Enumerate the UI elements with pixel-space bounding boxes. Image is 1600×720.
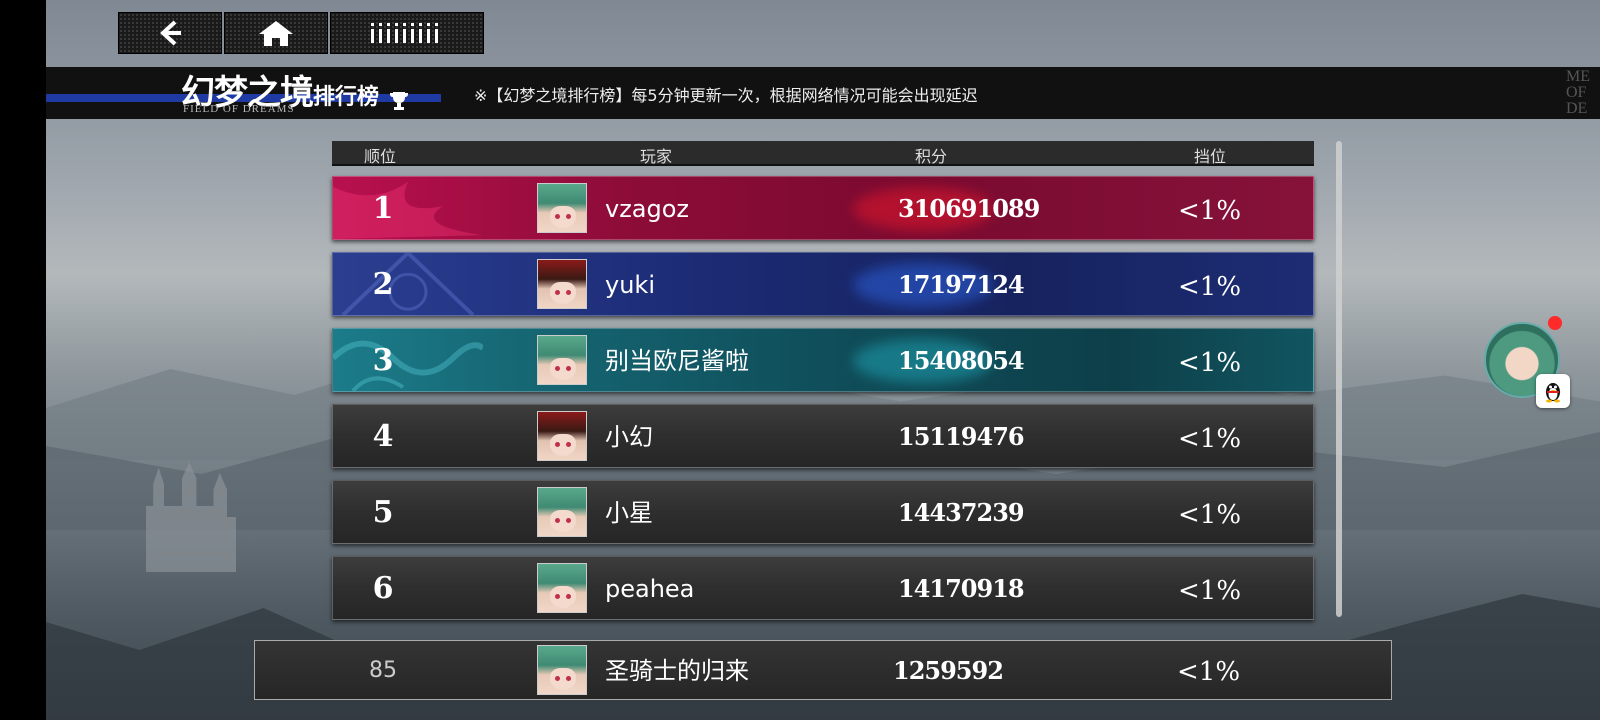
- self-rank-row[interactable]: 85 圣骑士的归来 1259592 <1%: [254, 640, 1392, 700]
- rank-number: 4: [372, 419, 394, 454]
- header-bar: 幻梦之境排行榜 FIELD OF DREAMS ※【幻梦之境排行榜】每5分钟更新…: [46, 67, 1600, 119]
- player-tier: <1%: [1178, 196, 1242, 226]
- corner-text-line: ME: [1566, 69, 1590, 85]
- column-header-player: 玩家: [640, 147, 673, 166]
- column-header-score: 积分: [915, 147, 948, 166]
- table-row[interactable]: 1 vzagoz 310691089 <1%: [332, 176, 1314, 240]
- table-header: 顺位 玩家 积分 挡位: [332, 141, 1314, 166]
- player-name: 小幻: [605, 423, 653, 451]
- player-score: 17197124: [898, 270, 1025, 299]
- penguin-icon: [1546, 383, 1560, 403]
- player-score: 14170918: [898, 574, 1025, 603]
- player-avatar[interactable]: [537, 183, 587, 233]
- table-row[interactable]: 6 peahea 14170918 <1%: [332, 556, 1314, 620]
- corner-text-line: DE: [1566, 100, 1588, 117]
- back-arrow-icon: [160, 20, 181, 46]
- corner-logo-text: ME OF DE: [1566, 69, 1600, 117]
- column-header-tier: 挡位: [1194, 147, 1227, 166]
- player-avatar[interactable]: [537, 259, 587, 309]
- rank-number: 2: [372, 267, 394, 302]
- table-row[interactable]: 3 别当欧尼酱啦 15408054 <1%: [332, 328, 1314, 392]
- update-notice: ※【幻梦之境排行榜】每5分钟更新一次，根据网络情况可能会出现延迟: [474, 86, 978, 105]
- player-score: 1259592: [893, 656, 1004, 685]
- trophy-icon: [390, 91, 409, 110]
- player-tier: <1%: [1178, 576, 1242, 606]
- player-avatar[interactable]: [537, 411, 587, 461]
- player-name: yuki: [605, 271, 655, 299]
- player-score: 15408054: [898, 346, 1025, 375]
- rank-number: 6: [372, 571, 394, 606]
- player-name: vzagoz: [605, 195, 690, 223]
- title-english: FIELD OF DREAMS: [183, 103, 295, 115]
- table-row[interactable]: 4 小幻 15119476 <1%: [332, 404, 1314, 468]
- player-name: peahea: [605, 575, 695, 603]
- notification-dot: [1548, 316, 1562, 330]
- column-header-rank: 顺位: [364, 147, 397, 166]
- table-row[interactable]: 2 yuki 17197124 <1%: [332, 252, 1314, 316]
- player-tier: <1%: [1178, 424, 1242, 454]
- menu-dots-icon: [371, 23, 438, 43]
- scrollbar[interactable]: [1336, 141, 1342, 617]
- player-score: 310691089: [898, 194, 1040, 223]
- player-name: 圣骑士的归来: [605, 657, 749, 685]
- qq-button[interactable]: [1536, 374, 1570, 408]
- player-avatar[interactable]: [537, 563, 587, 613]
- player-tier: <1%: [1177, 657, 1241, 687]
- player-score: 14437239: [898, 498, 1025, 527]
- player-avatar[interactable]: [537, 487, 587, 537]
- player-name: 小星: [605, 499, 653, 527]
- rank-number: 1: [372, 191, 394, 226]
- player-tier: <1%: [1178, 500, 1242, 530]
- home-icon: [259, 21, 293, 46]
- rank-number: 85: [369, 658, 397, 683]
- player-tier: <1%: [1178, 272, 1242, 302]
- table-row[interactable]: 5 小星 14437239 <1%: [332, 480, 1314, 544]
- title-sub: 排行榜: [313, 84, 380, 110]
- player-avatar[interactable]: [537, 335, 587, 385]
- player-tier: <1%: [1178, 348, 1242, 378]
- player-avatar[interactable]: [537, 645, 587, 695]
- menu-button[interactable]: [330, 12, 484, 54]
- player-name: 别当欧尼酱啦: [605, 347, 749, 375]
- player-score: 15119476: [898, 422, 1025, 451]
- home-button[interactable]: [224, 12, 328, 54]
- back-button[interactable]: [118, 12, 222, 54]
- corner-text-line: OF: [1566, 84, 1587, 101]
- rank-number: 5: [372, 495, 394, 530]
- rank-number: 3: [372, 343, 394, 378]
